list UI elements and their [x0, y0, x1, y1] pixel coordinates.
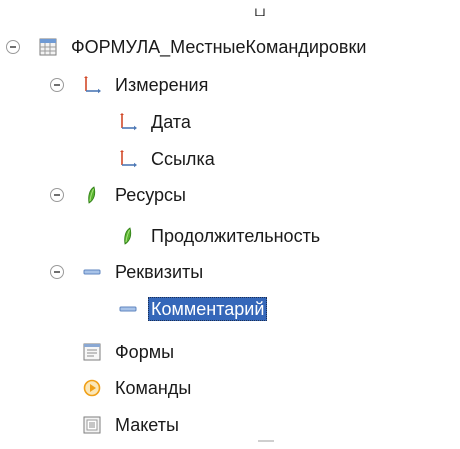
tree-node-label: Продолжительность: [151, 226, 321, 246]
tree-node-label: Формы: [115, 342, 175, 362]
tree-node-attributes[interactable]: Реквизиты: [82, 258, 206, 286]
dimension-axis-icon: [82, 75, 102, 95]
collapse-toggle-dimensions[interactable]: [50, 78, 64, 92]
tree-node-dimensions[interactable]: Измерения: [82, 71, 211, 99]
collapse-toggle-root[interactable]: [6, 40, 20, 54]
form-icon: [82, 342, 102, 362]
tree-node-label: Измерения: [115, 75, 209, 95]
collapse-toggle-resources[interactable]: [50, 188, 64, 202]
attribute-dash-icon: [82, 262, 102, 282]
tree-node-attribute-item-selected[interactable]: Комментарий: [118, 295, 268, 323]
tree-node-forms[interactable]: Формы: [82, 338, 177, 366]
tree-node-label: Ресурсы: [115, 185, 186, 205]
tree-node-label: Дата: [151, 112, 191, 132]
tree-node-dimension-item[interactable]: Дата: [118, 108, 194, 136]
tree-node-layouts[interactable]: Макеты: [82, 411, 182, 439]
tree-node-resource-item[interactable]: Продолжительность: [118, 222, 323, 250]
register-table-icon: [38, 37, 58, 57]
collapse-toggle-attributes[interactable]: [50, 265, 64, 279]
tree-node-label: Команды: [115, 378, 192, 398]
tree-node-label: Макеты: [115, 415, 179, 435]
resource-leaf-icon: [82, 185, 102, 205]
command-play-icon: [82, 378, 102, 398]
tree-node-root[interactable]: ФОРМУЛА_МестныеКомандировки: [38, 33, 369, 61]
layout-template-icon: [82, 415, 102, 435]
attribute-dash-icon: [118, 299, 138, 319]
top-glyph: ப: [254, 3, 266, 20]
scroll-edge-mark: [258, 440, 274, 442]
tree-node-commands[interactable]: Команды: [82, 374, 194, 402]
configuration-tree: ப ФОРМУЛА_МестныеКомандировки Измерения …: [0, 0, 460, 449]
dimension-axis-icon: [118, 149, 138, 169]
tree-node-label: Комментарий: [148, 297, 268, 321]
resource-leaf-icon: [118, 226, 138, 246]
tree-node-label: Ссылка: [151, 149, 215, 169]
tree-node-label: Реквизиты: [115, 262, 204, 282]
tree-node-label: ФОРМУЛА_МестныеКомандировки: [71, 37, 367, 57]
tree-node-dimension-item[interactable]: Ссылка: [118, 145, 218, 173]
tree-node-resources[interactable]: Ресурсы: [82, 181, 189, 209]
dimension-axis-icon: [118, 112, 138, 132]
